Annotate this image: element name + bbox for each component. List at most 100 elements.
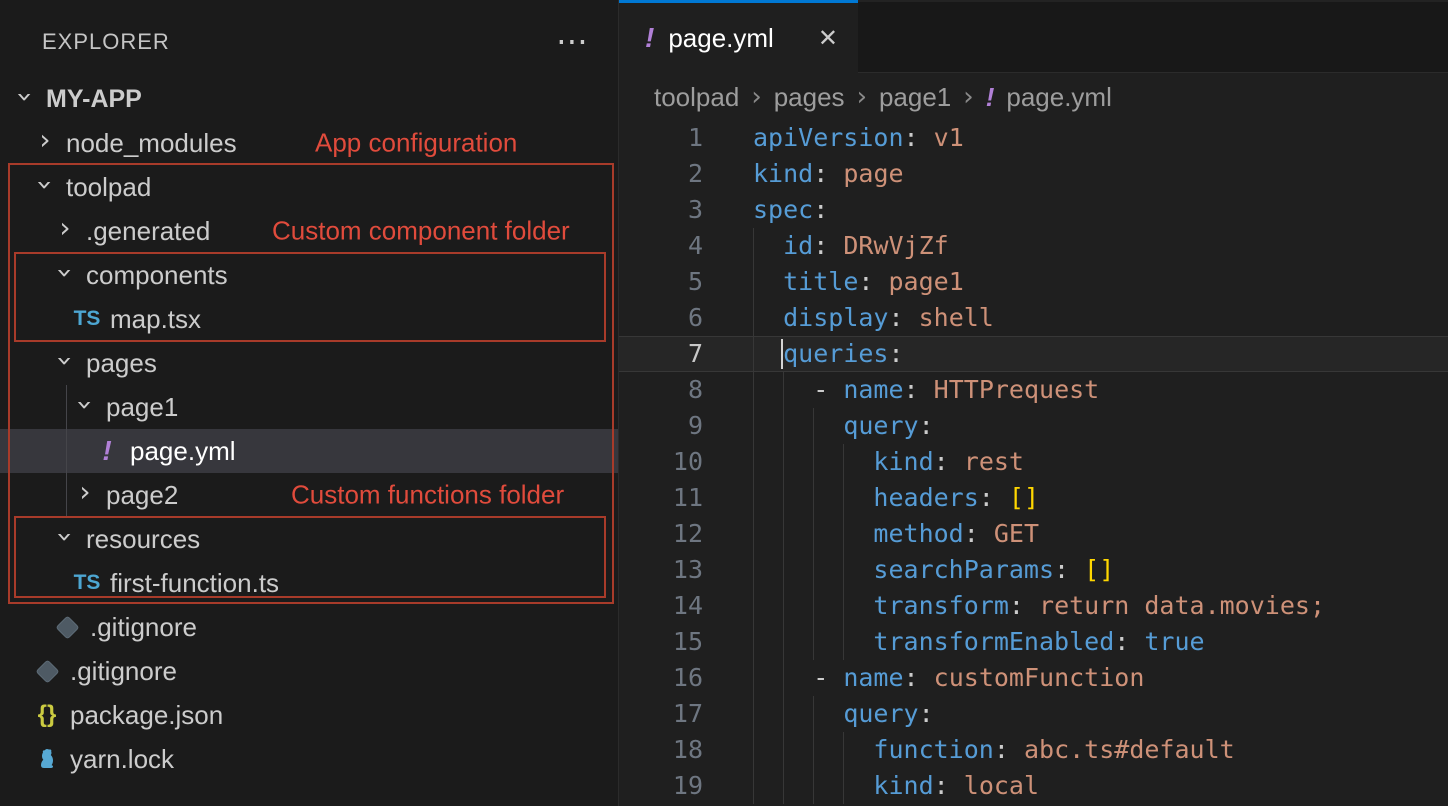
code-line-12[interactable]: 12 method: GET — [619, 516, 1448, 552]
tree-item-label: resources — [86, 524, 200, 555]
code-line-1[interactable]: 1apiVersion: v1 — [619, 120, 1448, 156]
line-number: 12 — [619, 516, 703, 552]
tree-item-label: toolpad — [66, 172, 151, 203]
chevron-down-icon[interactable]: › — [51, 260, 79, 286]
code-line-text: queries: — [753, 336, 904, 372]
code-line-17[interactable]: 17 query: — [619, 696, 1448, 732]
breadcrumb-item-pages[interactable]: pages — [774, 82, 845, 113]
line-number: 19 — [619, 768, 703, 804]
code-line-6[interactable]: 6 display: shell — [619, 300, 1448, 336]
chevron-down-icon[interactable]: › — [11, 84, 39, 110]
line-number: 6 — [619, 300, 703, 336]
tree-item-pages[interactable]: › pages — [0, 341, 618, 385]
code-line-19[interactable]: 19 kind: local — [619, 768, 1448, 804]
code-line-9[interactable]: 9 query: — [619, 408, 1448, 444]
tree-item-label: package.json — [70, 700, 223, 731]
tree-item-map-tsx[interactable]: TSmap.tsx — [0, 297, 618, 341]
tree-item-components[interactable]: ›components — [0, 253, 618, 297]
chevron-down-icon[interactable]: › — [51, 524, 79, 550]
code-line-text: title: page1 — [753, 264, 964, 300]
line-number: 14 — [619, 588, 703, 624]
code-editor[interactable]: 1apiVersion: v12kind: page3spec:4 id: DR… — [619, 120, 1448, 804]
code-line-text: apiVersion: v1 — [753, 120, 964, 156]
tree-item-label: .gitignore — [90, 612, 197, 643]
tree-item-page1[interactable]: › page1 — [0, 385, 618, 429]
code-line-4[interactable]: 4 id: DRwVjZf — [619, 228, 1448, 264]
yaml-warning-icon: ! — [986, 82, 995, 113]
close-tab-icon[interactable]: ✕ — [818, 24, 838, 52]
tree-item-label: first-function.ts — [110, 568, 279, 599]
tree-item--generated[interactable]: › .generated Custom component folder — [0, 209, 618, 253]
code-line-text: searchParams: [] — [753, 552, 1114, 588]
line-number: 5 — [619, 264, 703, 300]
breadcrumb-separator: › — [857, 82, 867, 112]
tree-item-node-modules[interactable]: ›node_modulesApp configuration — [0, 121, 618, 165]
tree-indent-guide — [66, 385, 67, 517]
text-cursor — [781, 339, 783, 369]
code-line-text: transformEnabled: true — [753, 624, 1205, 660]
chevron-down-icon[interactable]: › — [71, 392, 99, 418]
breadcrumb-separator: › — [751, 82, 761, 112]
tree-item-package-json[interactable]: {}package.json — [0, 693, 618, 737]
tree-item-label: page1 — [106, 392, 178, 423]
tree-item-label: .generated — [86, 216, 210, 247]
chevron-right-icon[interactable]: › — [32, 126, 58, 154]
code-line-3[interactable]: 3spec: — [619, 192, 1448, 228]
tree-item-page-yml[interactable]: ! page.yml — [0, 429, 618, 473]
code-line-text: function: abc.ts#default — [753, 732, 1235, 768]
tree-item-my-app[interactable]: › MY-APP — [0, 77, 618, 121]
code-line-11[interactable]: 11 headers: [] — [619, 480, 1448, 516]
tree-item--gitignore[interactable]: .gitignore — [0, 649, 618, 693]
chevron-down-icon[interactable]: › — [51, 348, 79, 374]
line-number: 9 — [619, 408, 703, 444]
code-line-14[interactable]: 14 transform: return data.movies; — [619, 588, 1448, 624]
tree-item-label: pages — [86, 348, 157, 379]
chevron-right-icon[interactable]: › — [52, 214, 78, 242]
tree-item-resources[interactable]: › resources — [0, 517, 618, 561]
code-line-5[interactable]: 5 title: page1 — [619, 264, 1448, 300]
code-line-text: method: GET — [753, 516, 1039, 552]
code-line-15[interactable]: 15 transformEnabled: true — [619, 624, 1448, 660]
tree-item-first-function-ts[interactable]: TSfirst-function.ts — [0, 561, 618, 605]
code-line-8[interactable]: 8 - name: HTTPrequest — [619, 372, 1448, 408]
line-number: 2 — [619, 156, 703, 192]
code-line-13[interactable]: 13 searchParams: [] — [619, 552, 1448, 588]
tree-item-label: map.tsx — [110, 304, 201, 335]
code-line-18[interactable]: 18 function: abc.ts#default — [619, 732, 1448, 768]
line-number: 8 — [619, 372, 703, 408]
yaml-warning-icon: ! — [92, 435, 122, 467]
more-actions-icon[interactable]: ⋯ — [556, 22, 588, 60]
code-line-text: spec: — [753, 192, 828, 228]
chevron-down-icon[interactable]: › — [31, 172, 59, 198]
code-line-text: query: — [753, 696, 934, 732]
breadcrumb-item-page-yml[interactable]: page.yml — [1006, 82, 1112, 113]
line-number: 18 — [619, 732, 703, 768]
code-line-16[interactable]: 16 - name: customFunction — [619, 660, 1448, 696]
code-line-text: headers: [] — [753, 480, 1039, 516]
breadcrumb-item-page1[interactable]: page1 — [879, 82, 951, 113]
code-line-7[interactable]: 7 queries: — [619, 336, 1448, 372]
tab-label: page.yml — [668, 23, 774, 54]
line-number: 16 — [619, 660, 703, 696]
code-line-text: id: DRwVjZf — [753, 228, 949, 264]
yaml-warning-icon: ! — [645, 22, 654, 54]
code-line-text: transform: return data.movies; — [753, 588, 1325, 624]
tree-item-label: page.yml — [130, 436, 236, 467]
code-line-text: - name: HTTPrequest — [753, 372, 1099, 408]
annotation-text: Custom component folder — [272, 216, 570, 247]
code-line-2[interactable]: 2kind: page — [619, 156, 1448, 192]
chevron-right-icon[interactable]: › — [72, 478, 98, 506]
tree-item-label: MY-APP — [46, 85, 142, 114]
code-line-text: kind: local — [753, 768, 1039, 804]
tree-item-yarn-lock[interactable]: yarn.lock — [0, 737, 618, 781]
line-number: 15 — [619, 624, 703, 660]
code-line-10[interactable]: 10 kind: rest — [619, 444, 1448, 480]
tree-item-page2[interactable]: ›page2Custom functions folder — [0, 473, 618, 517]
tab-page-yml[interactable]: ! page.yml ✕ — [619, 0, 858, 73]
breadcrumb-item-toolpad[interactable]: toolpad — [654, 82, 739, 113]
line-number: 7 — [619, 336, 703, 372]
annotation-text: Custom functions folder — [291, 480, 564, 511]
tree-item-label: node_modules — [66, 128, 237, 159]
tree-item-toolpad[interactable]: › toolpad — [0, 165, 618, 209]
tree-item--gitignore[interactable]: .gitignore — [0, 605, 618, 649]
